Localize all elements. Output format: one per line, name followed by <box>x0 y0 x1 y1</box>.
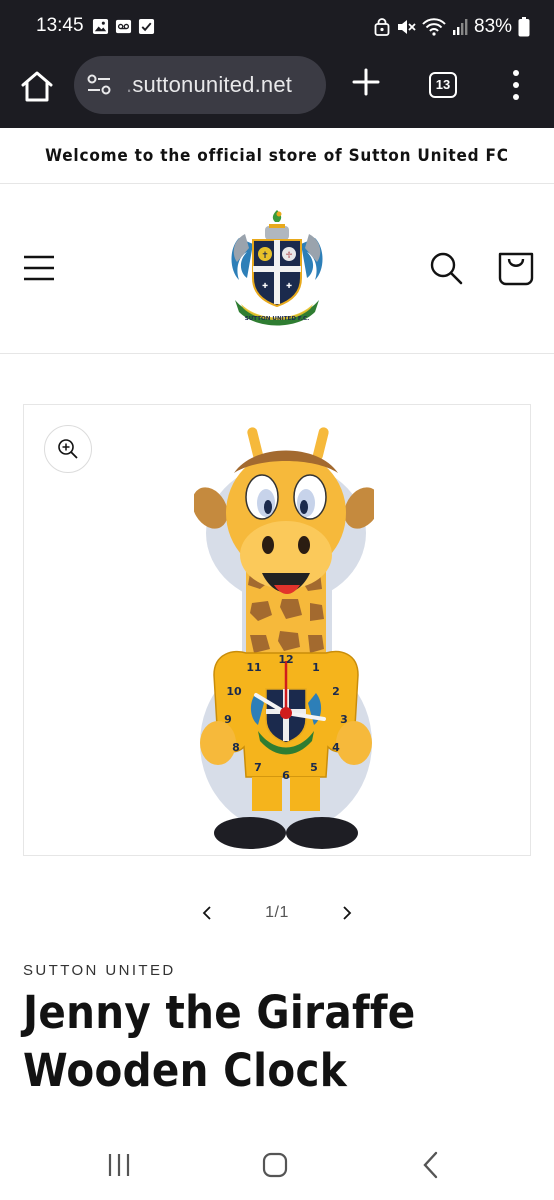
site-header: ✝ ♱ ✚ ✚ SUTTON UNITED F.C. <box>0 184 554 354</box>
chevron-left-icon <box>202 906 211 920</box>
clock-number: 12 <box>278 653 293 666</box>
clock-number: 3 <box>340 713 348 726</box>
menu-icon[interactable] <box>22 252 56 284</box>
new-tab-icon[interactable] <box>350 66 382 98</box>
svg-text:✚: ✚ <box>286 282 292 290</box>
address-bar[interactable]: .suttonunited.net <box>74 56 326 114</box>
checkbox-icon <box>138 18 155 35</box>
clock-number: 9 <box>224 713 232 726</box>
site-settings-icon[interactable] <box>86 73 112 97</box>
zoom-button[interactable] <box>44 425 92 473</box>
clock-number: 11 <box>246 661 261 674</box>
chevron-right-icon <box>343 906 352 920</box>
home-icon[interactable] <box>262 1152 288 1178</box>
notification-icons <box>92 18 155 35</box>
product-vendor: SUTTON UNITED <box>23 962 176 979</box>
media-slider-controls: 1/1 <box>190 896 364 930</box>
clock-number: 1 <box>312 661 320 674</box>
battery-percentage: 83% <box>474 16 513 37</box>
club-crest-logo[interactable]: ✝ ♱ ✚ ✚ SUTTON UNITED F.C. <box>225 208 329 328</box>
svg-text:♱: ♱ <box>286 251 293 261</box>
system-status-icons: 83% <box>374 16 530 38</box>
announcement-bar: Welcome to the official store of Sutton … <box>0 128 554 184</box>
status-time: 13:45 <box>36 15 84 36</box>
next-slide-button[interactable] <box>330 896 364 930</box>
clock-number: 10 <box>226 685 242 698</box>
previous-slide-button[interactable] <box>190 896 224 930</box>
search-icon[interactable] <box>428 250 464 286</box>
battery-icon <box>518 17 530 37</box>
tab-switcher-button[interactable]: 13 <box>429 72 457 98</box>
image-icon <box>92 18 109 35</box>
product-media-gallery: 12 1 2 3 4 5 6 7 8 9 10 11 <box>23 404 531 856</box>
browser-toolbar: .suttonunited.net 13 <box>0 56 554 128</box>
crest-scroll-text: SUTTON UNITED F.C. <box>245 316 310 322</box>
clock-number: 6 <box>282 769 290 782</box>
signal-icon <box>453 19 468 35</box>
url-text[interactable]: .suttonunited.net <box>126 72 292 98</box>
mute-icon <box>398 20 416 34</box>
product-image-giraffe-clock[interactable]: 12 1 2 3 4 5 6 7 8 9 10 11 <box>194 413 374 853</box>
system-navigation-bar <box>0 1130 554 1200</box>
wifi-icon <box>422 18 446 36</box>
voicemail-icon <box>115 19 132 34</box>
status-bar: 13:45 83% <box>0 0 554 56</box>
announcement-text: Welcome to the official store of Sutton … <box>45 145 509 166</box>
slide-counter: 1/1 <box>265 904 289 921</box>
cart-icon[interactable] <box>496 248 536 286</box>
browser-home-icon[interactable] <box>18 68 56 106</box>
app-lock-icon <box>374 18 390 36</box>
clock-number: 8 <box>232 741 240 754</box>
back-icon[interactable] <box>420 1150 442 1180</box>
clock-number: 5 <box>310 761 318 774</box>
recent-apps-icon[interactable] <box>104 1152 134 1178</box>
svg-text:✚: ✚ <box>262 282 268 290</box>
browser-menu-icon[interactable] <box>504 68 528 102</box>
product-title: Jenny the Giraffe Wooden Clock <box>23 986 416 1097</box>
zoom-in-icon <box>58 439 78 459</box>
clock-number: 4 <box>332 741 340 754</box>
svg-text:✝: ✝ <box>261 251 269 261</box>
clock-number: 7 <box>254 761 262 774</box>
clock-number: 2 <box>332 685 340 698</box>
url-domain: suttonunited.net <box>132 72 293 97</box>
